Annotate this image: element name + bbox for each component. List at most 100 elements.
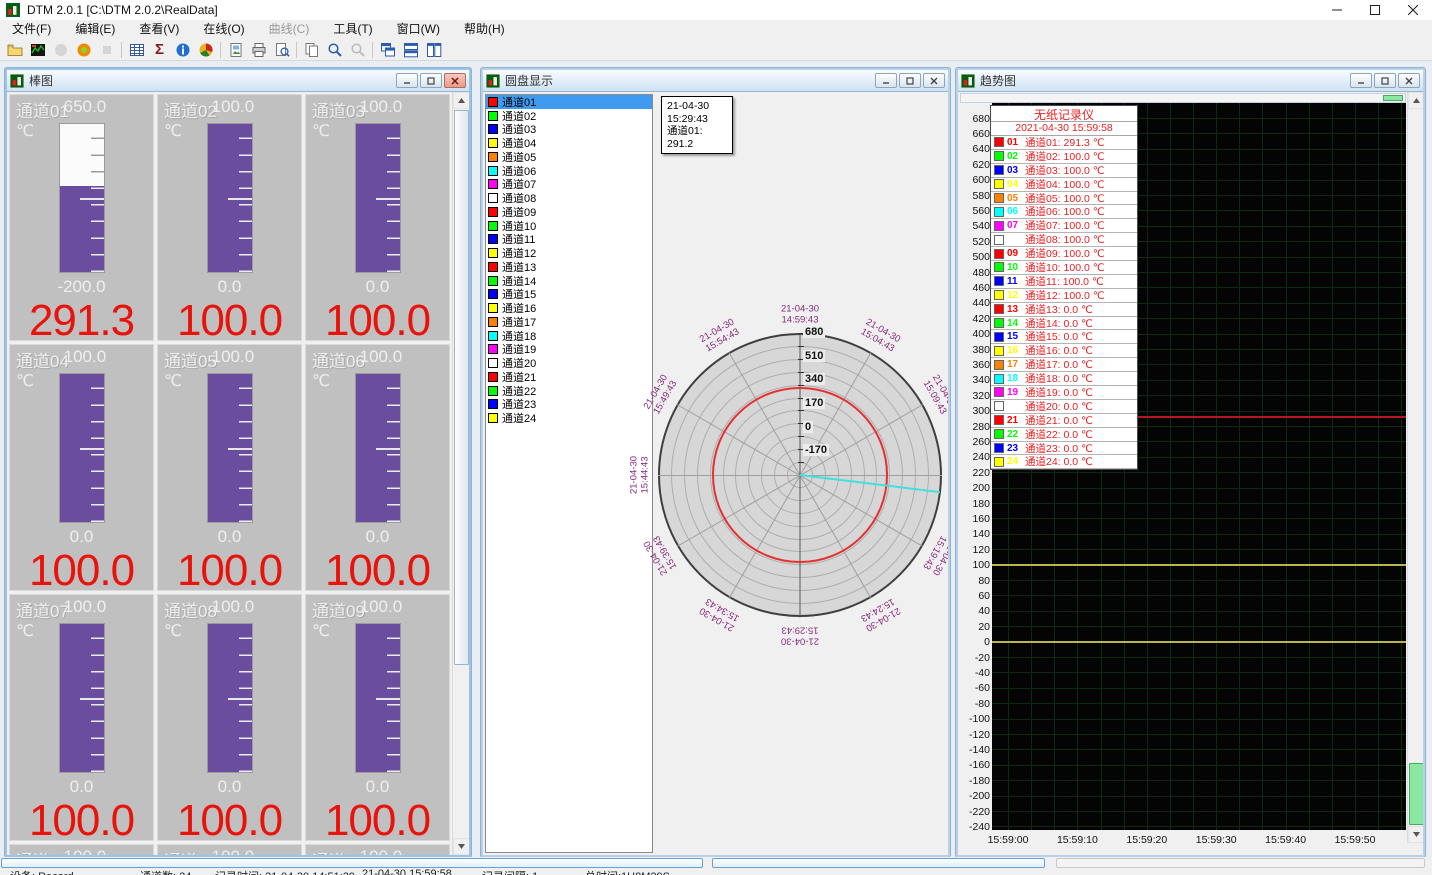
menu-item[interactable]: 文件(F)	[0, 21, 63, 38]
trend-close-button[interactable]	[1398, 73, 1420, 88]
gauge-通道03: 通道03100.0℃0.0100.0	[305, 94, 450, 341]
gauge-unit: ℃	[164, 121, 182, 141]
scroll-thumb[interactable]	[454, 110, 469, 665]
maximize-button[interactable]	[1356, 0, 1394, 20]
bar-window-body: 通道01650.0℃-200.0291.3通道02100.0℃0.0100.0通…	[7, 92, 469, 855]
legend-color-swatch	[994, 374, 1004, 384]
bar-window-title: 棒图	[29, 72, 53, 89]
toolbar-print-preview-button[interactable]	[270, 40, 293, 60]
status-panel-1	[1, 858, 703, 868]
toolbar-tile-vertical-button[interactable]	[422, 40, 445, 60]
trend-y-tick-label: -220	[958, 806, 990, 818]
trend-gridline-v	[1147, 103, 1148, 830]
toolbar-record-circle-button[interactable]	[72, 40, 95, 60]
toolbar-info-button[interactable]	[171, 40, 194, 60]
polar-radial-label: 0	[803, 421, 813, 433]
toolbar-stop-square-button[interactable]	[95, 40, 118, 60]
gauge-min-value: 0.0	[162, 277, 297, 298]
legend-channel-number: 02	[1007, 151, 1025, 162]
trend-hscroll-thumb[interactable]	[1383, 95, 1403, 101]
pie-chart-icon	[198, 42, 214, 58]
trend-y-tick-label: 280	[958, 421, 990, 433]
menu-item[interactable]: 曲线(C)	[257, 21, 322, 38]
toolbar-pause-circle-button[interactable]	[49, 40, 72, 60]
channel-color-swatch	[488, 138, 498, 148]
channel-list-item[interactable]: 通道24	[486, 411, 652, 425]
toolbar-tile-horizontal-button[interactable]	[399, 40, 422, 60]
disc-maximize-button[interactable]	[899, 73, 921, 88]
toolbar-sigma-button[interactable]: Σ	[148, 40, 171, 60]
gauge-max-value: 100.0	[64, 597, 107, 617]
trend-y-tick-label: -60	[958, 682, 990, 694]
minimize-button[interactable]	[1318, 0, 1356, 20]
disc-close-button[interactable]	[923, 73, 945, 88]
bar-maximize-button[interactable]	[420, 73, 442, 88]
legend-channel-number: 22	[1007, 429, 1025, 440]
channel-color-swatch	[488, 372, 498, 382]
legend-channel-number: 14	[1007, 318, 1025, 329]
toolbar-realtime-chart-button[interactable]	[26, 40, 49, 60]
toolbar-data-table-button[interactable]	[125, 40, 148, 60]
bar-scrollbar[interactable]	[452, 92, 469, 855]
menu-item[interactable]: 工具(T)	[321, 21, 384, 38]
scroll-up-arrow[interactable]	[453, 92, 469, 109]
legend-row: 15通道15: 0.0 ℃	[991, 330, 1137, 344]
disc-minimize-button[interactable]	[875, 73, 897, 88]
menu-item[interactable]: 编辑(E)	[63, 21, 127, 38]
toolbar-open-folder-button[interactable]	[3, 40, 26, 60]
gauge-bar	[207, 373, 253, 523]
toolbar-print-button[interactable]	[247, 40, 270, 60]
trend-y-tick-label: 320	[958, 390, 990, 402]
legend-color-swatch	[994, 276, 1004, 286]
window-title: DTM 2.0.1 [C:\DTM 2.0.2\RealData]	[27, 3, 218, 17]
status-item: 21-04-30 15:59:58	[362, 868, 452, 875]
menu-item[interactable]: 在线(O)	[191, 21, 256, 38]
close-button[interactable]	[1394, 0, 1432, 20]
legend-channel-number: 10	[1007, 262, 1025, 273]
bar-minimize-button[interactable]	[396, 73, 418, 88]
channel-name: 通道24	[502, 410, 536, 426]
gauge-max-value: 650.0	[64, 97, 107, 117]
trend-y-tick-label: 340	[958, 374, 990, 386]
tile-horizontal-icon	[403, 42, 419, 58]
trend-vscrollbar[interactable]	[1407, 92, 1423, 843]
gauge-unit: ℃	[164, 621, 182, 641]
gauge-max-value: 100.0	[360, 347, 403, 367]
menu-item[interactable]: 窗口(W)	[385, 21, 452, 38]
bar-close-button[interactable]	[444, 73, 466, 88]
gauge-mid-tick	[376, 198, 400, 200]
toolbar-copy-button[interactable]	[300, 40, 323, 60]
toolbar-separator	[296, 42, 297, 58]
trend-scroll-thumb[interactable]	[1409, 763, 1423, 825]
legend-row: 13通道13: 0.0 ℃	[991, 303, 1137, 317]
bar-window-titlebar[interactable]: 棒图	[7, 70, 469, 92]
scroll-down-arrow[interactable]	[453, 838, 469, 855]
gauge-mid-tick	[376, 448, 400, 450]
gauge-min-value: 0.0	[162, 777, 297, 798]
trend-hscrollbar[interactable]	[960, 93, 1406, 103]
trend-maximize-button[interactable]	[1374, 73, 1396, 88]
gauge-min-value: 0.0	[310, 777, 445, 798]
toolbar-zoom-button[interactable]	[323, 40, 346, 60]
gauge-通道10: 通道10100.0℃0.0100.0	[9, 844, 154, 855]
toolbar-zoom-out-button[interactable]	[346, 40, 369, 60]
trend-window-titlebar[interactable]: 趋势图	[958, 70, 1423, 92]
disc-window-controls	[873, 73, 945, 88]
trend-minimize-button[interactable]	[1350, 73, 1372, 88]
trend-scroll-down-arrow[interactable]	[1408, 826, 1423, 843]
legend-row: 17通道17: 0.0 ℃	[991, 358, 1137, 372]
menu-item[interactable]: 帮助(H)	[452, 21, 517, 38]
toolbar-export-image-button[interactable]	[224, 40, 247, 60]
menu-item[interactable]: 查看(V)	[127, 21, 191, 38]
gauge-max-value: 100.0	[212, 597, 255, 617]
trend-y-tick-label: 0	[958, 636, 990, 648]
disc-window-titlebar[interactable]: 圆盘显示	[483, 70, 948, 92]
toolbar-cascade-windows-button[interactable]	[376, 40, 399, 60]
toolbar-separator	[121, 42, 122, 58]
trend-window-body: 6806606406206005805605405205004804604404…	[958, 92, 1423, 855]
gauge-channel-label: 通道09	[312, 597, 365, 622]
legend-color-swatch	[994, 290, 1004, 300]
trend-scroll-up-arrow[interactable]	[1408, 92, 1423, 109]
channel-color-swatch	[488, 386, 498, 396]
toolbar-pie-chart-button[interactable]	[194, 40, 217, 60]
